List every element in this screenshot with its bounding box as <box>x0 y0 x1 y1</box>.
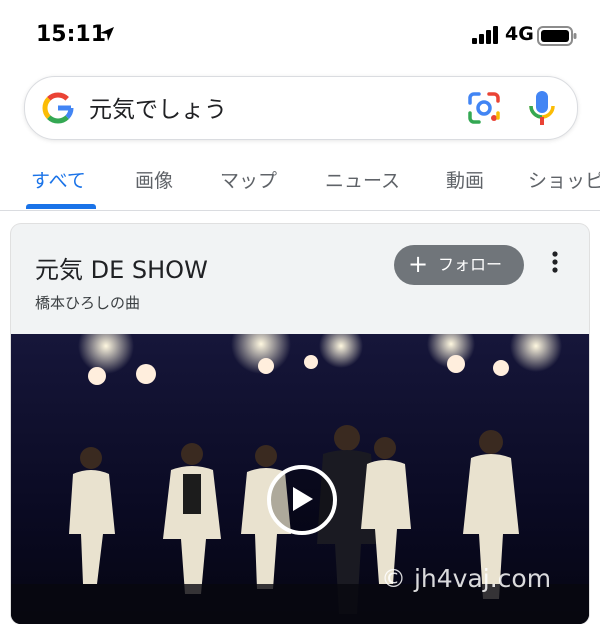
follow-button[interactable]: + フォロー <box>394 245 524 285</box>
more-vert-icon[interactable] <box>549 250 561 274</box>
search-tabs: すべて 画像 マップ ニュース 動画 ショッピ <box>0 150 600 211</box>
knowledge-card: 元気 DE SHOW 橋本ひろしの曲 + フォロー © jh4vaj.com <box>11 224 589 624</box>
tab-all[interactable]: すべて <box>31 166 86 193</box>
follow-label: フォロー <box>438 255 503 274</box>
tab-maps[interactable]: マップ <box>220 166 277 193</box>
status-time: 15:11 <box>36 22 107 47</box>
status-bar: 15:11 4G <box>0 0 600 70</box>
card-title: 元気 DE SHOW <box>35 256 208 284</box>
search-input[interactable]: 元気でしょう <box>89 90 227 124</box>
tab-videos[interactable]: 動画 <box>446 166 484 193</box>
tab-news[interactable]: ニュース <box>325 166 400 193</box>
tab-shopping[interactable]: ショッピ <box>528 166 600 193</box>
google-logo-icon <box>42 92 74 124</box>
network-type: 4G <box>505 23 534 45</box>
active-tab-indicator <box>26 204 96 209</box>
location-arrow-icon <box>100 27 114 41</box>
card-subtitle: 橋本ひろしの曲 <box>35 294 141 312</box>
mic-icon[interactable] <box>527 89 557 127</box>
play-icon <box>293 487 313 511</box>
lens-icon[interactable] <box>467 91 501 125</box>
search-bar[interactable]: 元気でしょう <box>24 76 578 140</box>
signal-icon <box>472 26 498 44</box>
tab-images[interactable]: 画像 <box>135 166 173 193</box>
video-thumbnail[interactable]: © jh4vaj.com <box>11 334 589 624</box>
battery-icon <box>537 26 577 46</box>
watermark: © jh4vaj.com <box>381 564 552 593</box>
plus-icon: + <box>408 250 429 278</box>
play-button[interactable] <box>267 465 337 535</box>
